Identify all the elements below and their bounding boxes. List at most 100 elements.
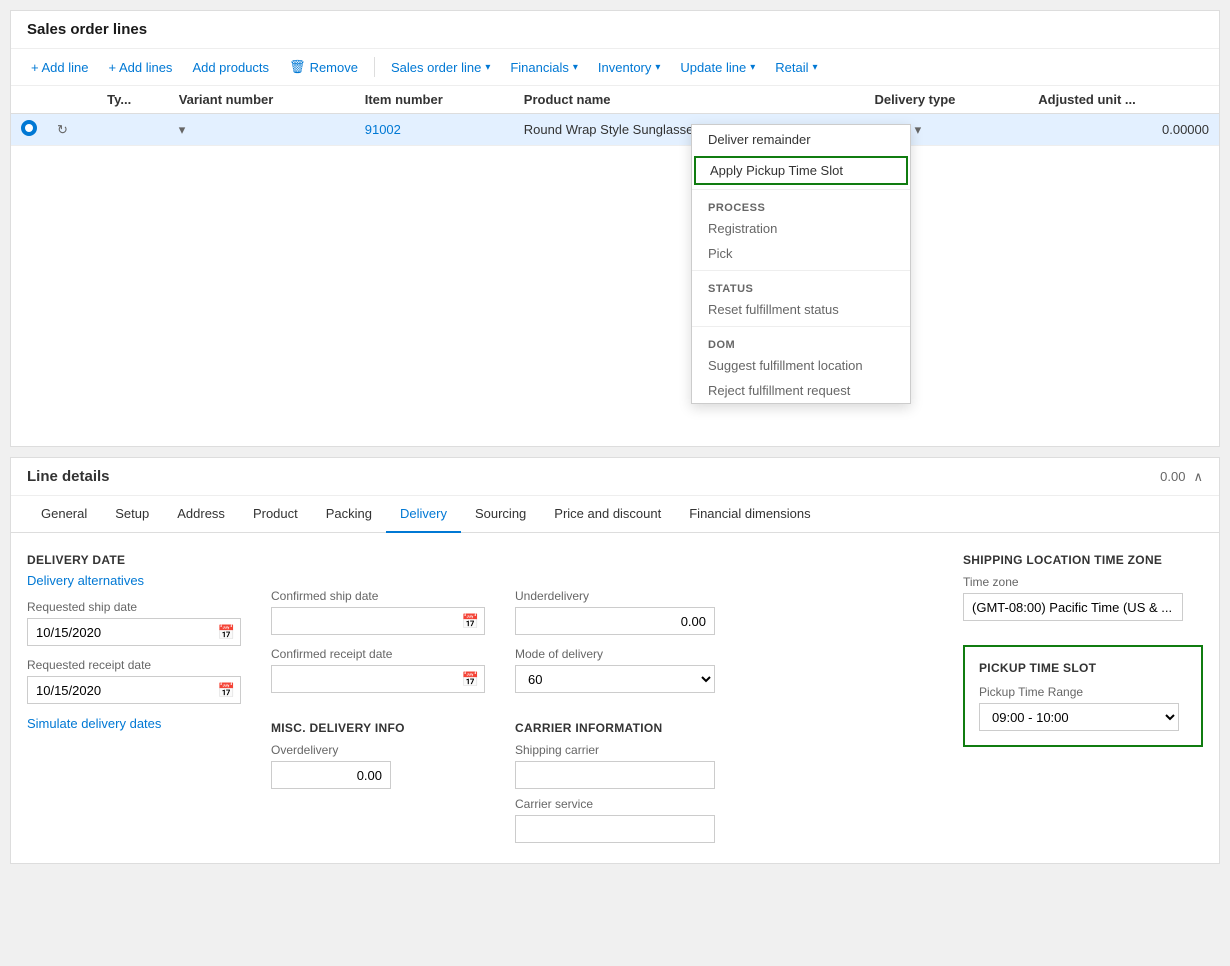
table-row[interactable]: ↻ ▾ 91002 Round Wrap Style Sunglasses St… [11, 114, 1219, 146]
remove-button[interactable]: 🗑 Remove [281, 55, 366, 79]
status-section-header: STATUS [692, 275, 910, 297]
sales-order-line-button[interactable]: Sales order line ▾ [383, 56, 498, 79]
confirmed-ship-date-label: Confirmed ship date [271, 589, 485, 603]
reject-fulfillment-item[interactable]: Reject fulfillment request [692, 378, 910, 403]
delivery-date-section: DELIVERY DATE Delivery alternatives [27, 553, 241, 588]
inventory-button[interactable]: Inventory ▾ [590, 56, 669, 79]
confirmed-receipt-date-input[interactable] [271, 665, 485, 693]
misc-delivery-header: MISC. DELIVERY INFO [271, 721, 485, 735]
timezone-input[interactable] [963, 593, 1183, 621]
pickup-time-range-group: Pickup Time Range 09:00 - 10:00 [979, 685, 1187, 731]
col-checkbox [11, 86, 47, 114]
suggest-fulfillment-item[interactable]: Suggest fulfillment location [692, 353, 910, 378]
pickup-time-range-select[interactable]: 09:00 - 10:00 [979, 703, 1179, 731]
requested-ship-date-input[interactable] [27, 618, 241, 646]
table-spacer [11, 146, 1219, 446]
line-details-header: Line details 0.00 ∧ [11, 458, 1219, 496]
mode-of-delivery-group: Mode of delivery 60 [515, 647, 715, 693]
deliver-remainder-item[interactable]: Deliver remainder [692, 125, 910, 154]
carrier-service-input[interactable] [515, 815, 715, 843]
reset-fulfillment-item[interactable]: Reset fulfillment status [692, 297, 910, 322]
delivery-alternatives-link[interactable]: Delivery alternatives [27, 573, 241, 588]
tab-address[interactable]: Address [163, 496, 239, 533]
tab-financial-dimensions[interactable]: Financial dimensions [675, 496, 824, 533]
retail-button[interactable]: Retail ▾ [767, 56, 825, 79]
col-refresh [47, 86, 97, 114]
pick-item[interactable]: Pick [692, 241, 910, 266]
chevron-down-icon: ▾ [812, 62, 817, 73]
confirmed-ship-date-group: Confirmed ship date 📅 [271, 589, 485, 635]
confirmed-dates-col: Confirmed ship date 📅 Confirmed receipt … [271, 553, 485, 843]
mode-of-delivery-select[interactable]: 60 [515, 665, 715, 693]
form-columns: DELIVERY DATE Delivery alternatives Requ… [27, 553, 1203, 843]
overdelivery-group: Overdelivery [271, 743, 485, 789]
chevron-down-icon: ▾ [573, 62, 578, 73]
apply-pickup-time-slot-item[interactable]: Apply Pickup Time Slot [694, 156, 908, 185]
requested-receipt-date-input[interactable] [27, 676, 241, 704]
tab-price-discount[interactable]: Price and discount [540, 496, 675, 533]
col-type: Ty... [97, 86, 169, 114]
col-item-number: Item number [355, 86, 514, 114]
chevron-down-icon: ▾ [179, 122, 186, 137]
process-section-header: PROCESS [692, 194, 910, 216]
underdelivery-label: Underdelivery [515, 589, 715, 603]
order-lines-table: Ty... Variant number Item number Product… [11, 86, 1219, 146]
trash-icon: 🗑 [289, 59, 306, 75]
shipping-tz-section: SHIPPING LOCATION TIME ZONE Time zone [963, 553, 1203, 621]
overdelivery-label: Overdelivery [271, 743, 485, 757]
tab-product[interactable]: Product [239, 496, 312, 533]
shipping-carrier-label: Shipping carrier [515, 743, 715, 757]
col-product-name: Product name [514, 86, 832, 114]
tab-delivery[interactable]: Delivery [386, 496, 461, 533]
underdelivery-group: Underdelivery [515, 589, 715, 635]
chevron-down-icon: ▾ [655, 62, 660, 73]
mode-of-delivery-wrapper: 60 [515, 665, 715, 693]
calendar-icon-2[interactable]: 📅 [218, 682, 235, 699]
toolbar: + Add line + Add lines Add products 🗑 Re… [11, 49, 1219, 86]
timezone-group: Time zone [963, 575, 1203, 621]
calendar-icon-3[interactable]: 📅 [462, 613, 479, 630]
misc-delivery-section: MISC. DELIVERY INFO Overdelivery [271, 721, 485, 789]
chevron-down-icon: ▾ [915, 122, 922, 137]
simulate-delivery-dates-link[interactable]: Simulate delivery dates [27, 716, 241, 731]
add-line-button[interactable]: + Add line [23, 56, 96, 79]
collapse-icon[interactable]: ∧ [1193, 469, 1203, 485]
carrier-service-label: Carrier service [515, 797, 715, 811]
tab-sourcing[interactable]: Sourcing [461, 496, 540, 533]
add-products-button[interactable]: Add products [184, 56, 277, 79]
pickup-time-range-wrapper: 09:00 - 10:00 [979, 703, 1187, 731]
calendar-icon[interactable]: 📅 [218, 624, 235, 641]
col-adjusted-unit: Adjusted unit ... [1028, 86, 1219, 114]
confirmed-ship-date-input[interactable] [271, 607, 485, 635]
tab-general[interactable]: General [27, 496, 101, 533]
confirmed-ship-date-input-wrapper: 📅 [271, 607, 485, 635]
dom-section-header: DOM [692, 331, 910, 353]
refresh-icon[interactable]: ↻ [57, 122, 68, 137]
requested-ship-date-label: Requested ship date [27, 600, 241, 614]
carrier-info-section: CARRIER INFORMATION Shipping carrier Car… [515, 721, 715, 843]
requested-receipt-date-label: Requested receipt date [27, 658, 241, 672]
delivery-date-header: DELIVERY DATE [27, 553, 241, 567]
add-lines-button[interactable]: + Add lines [100, 56, 180, 79]
underdelivery-input[interactable] [515, 607, 715, 635]
confirmed-receipt-date-label: Confirmed receipt date [271, 647, 485, 661]
line-details-value: 0.00 [1160, 469, 1185, 484]
confirmed-receipt-date-input-wrapper: 📅 [271, 665, 485, 693]
requested-receipt-date-input-wrapper: 📅 [27, 676, 241, 704]
sales-order-lines-panel: Sales order lines + Add line + Add lines… [10, 10, 1220, 447]
financials-button[interactable]: Financials ▾ [502, 56, 586, 79]
update-line-button[interactable]: Update line ▾ [672, 56, 763, 79]
menu-divider-3 [692, 326, 910, 327]
calendar-icon-4[interactable]: 📅 [462, 671, 479, 688]
row-checkbox[interactable] [21, 120, 37, 136]
panel-title: Sales order lines [11, 11, 1219, 49]
line-details-tabs: General Setup Address Product Packing De… [11, 496, 1219, 533]
timezone-label: Time zone [963, 575, 1203, 589]
tab-setup[interactable]: Setup [101, 496, 163, 533]
shipping-carrier-input[interactable] [515, 761, 715, 789]
col-empty [832, 86, 864, 114]
overdelivery-input[interactable] [271, 761, 391, 789]
col-variant: Variant number [169, 86, 355, 114]
tab-packing[interactable]: Packing [312, 496, 386, 533]
registration-item[interactable]: Registration [692, 216, 910, 241]
